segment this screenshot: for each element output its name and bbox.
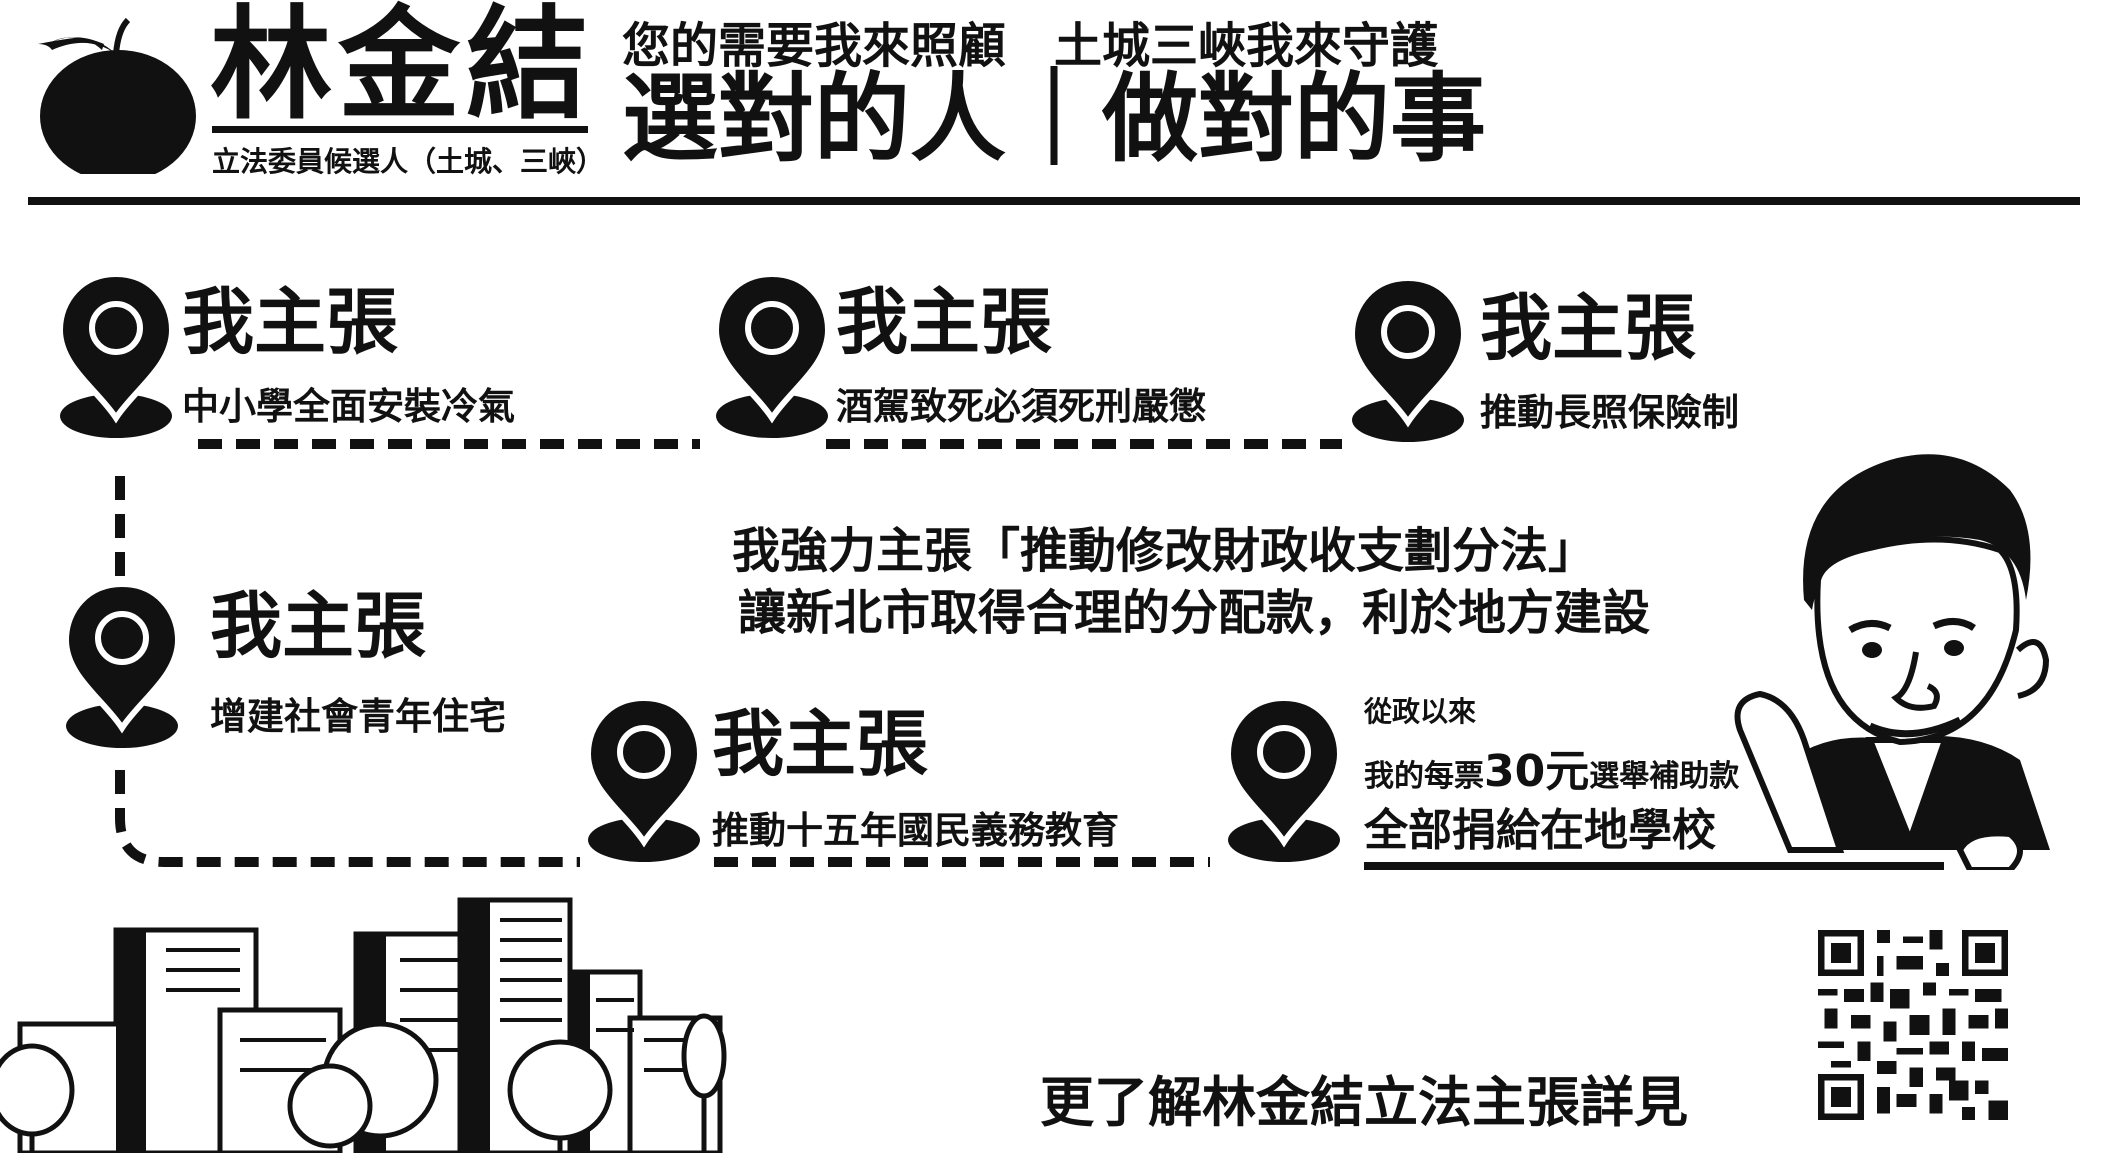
donation-suffix: 選舉補助款 <box>1589 759 1740 794</box>
statement-line-1: 我強力主張「推動修改財政收支劃分法」 <box>732 523 1597 579</box>
more-info-text: 更了解林金結立法主張詳見 <box>1040 1071 1688 1134</box>
point-5-title: 我主張 <box>712 702 929 786</box>
point-3-text: 推動長照保險制 <box>1480 391 1739 434</box>
donation-line-3: 全部捐給在地學校 <box>1364 805 1716 856</box>
location-pin-icon <box>1348 274 1468 444</box>
donation-line-1: 從政以來 <box>1364 695 1477 728</box>
point-1-title: 我主張 <box>182 280 399 364</box>
point-2-text: 酒駕致死必須死刑嚴懲 <box>836 385 1206 428</box>
point-1-text: 中小學全面安裝冷氣 <box>182 385 515 428</box>
location-pin-icon <box>56 270 176 440</box>
donation-line-2: 我的每票30元選舉補助款 <box>1364 735 1739 799</box>
donation-prefix: 我的每票 <box>1364 759 1484 794</box>
point-4-text: 增建社會青年住宅 <box>210 695 506 738</box>
candidate-portrait-icon <box>1734 454 2050 870</box>
location-pin-icon <box>584 694 704 864</box>
qr-code-icon[interactable] <box>1818 930 2008 1120</box>
location-pin-icon <box>62 580 182 750</box>
point-2-title: 我主張 <box>836 280 1053 364</box>
point-4-title: 我主張 <box>210 584 427 668</box>
location-pin-icon <box>712 270 832 440</box>
city-buildings-icon <box>0 897 727 1153</box>
statement-line-2: 讓新北市取得合理的分配款，利於地方建設 <box>738 585 1651 641</box>
point-5-text: 推動十五年國民義務教育 <box>712 809 1119 852</box>
donation-amount: 30元 <box>1484 746 1590 797</box>
fiscal-reform-statement: 我強力主張「推動修改財政收支劃分法」 讓新北市取得合理的分配款，利於地方建設 <box>732 520 1650 644</box>
point-3-title: 我主張 <box>1480 286 1697 370</box>
location-pin-icon <box>1224 694 1344 864</box>
